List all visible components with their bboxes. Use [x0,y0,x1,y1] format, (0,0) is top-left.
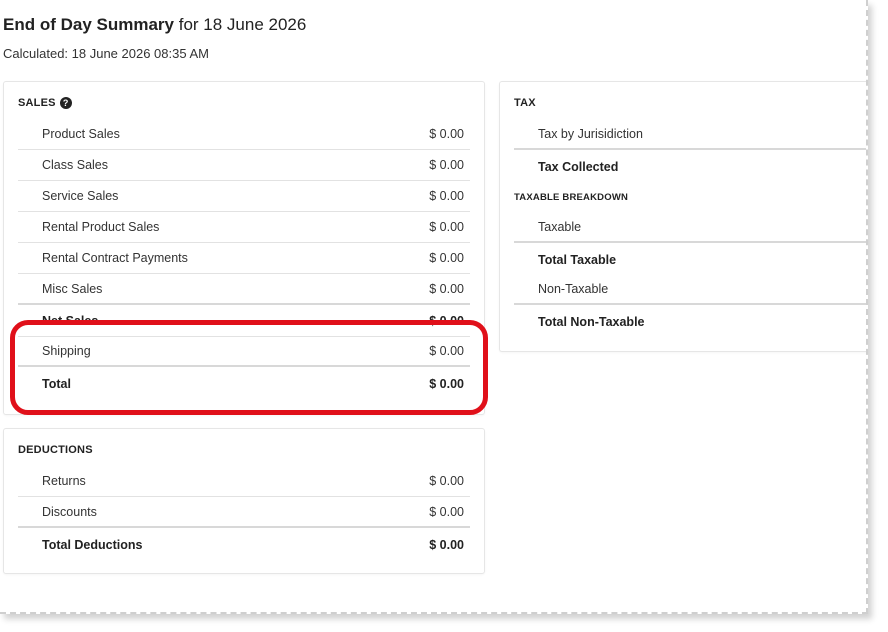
row-amount: $ 0.00 [429,281,464,296]
row-label: Service Sales [42,189,119,203]
row-label: Class Sales [42,158,108,172]
row-taxable: Taxable [514,212,866,243]
row-shipping: Shipping $ 0.00 [18,336,470,367]
row-amount: $ 0.00 [429,251,464,265]
sales-heading-label: SALES [18,97,56,109]
row-label: Net Sales [42,314,99,328]
row-tax-by-jurisdiction: Tax by Jurisidiction [514,119,866,150]
tax-heading: TAX [514,97,536,109]
row-rental-contract-payments: Rental Contract Payments $ 0.00 [18,243,470,274]
row-label: Rental Contract Payments [42,251,188,265]
row-label: Discounts [42,504,97,519]
taxable-breakdown-heading: TAXABLE BREAKDOWN [514,192,629,203]
row-label: Total Taxable [538,252,617,267]
row-amount: $ 0.00 [429,220,464,234]
row-label: Total Non-Taxable [538,314,645,329]
screenshot-frame: End of Day Summary for 18 June 2026 Calc… [0,0,868,614]
row-total-deductions: Total Deductions $ 0.00 [18,529,470,560]
row-total-taxable: Total Taxable [514,244,866,275]
row-amount: $ 0.00 [429,343,464,358]
row-total: Total $ 0.00 [18,368,470,399]
row-label: Returns [42,474,86,488]
row-total-non-taxable: Total Non-Taxable [514,306,866,337]
row-tax-collected: Tax Collected [514,151,866,182]
deductions-heading-label: DEDUCTIONS [18,444,93,456]
deductions-panel: DEDUCTIONS Returns $ 0.00 Discounts $ 0.… [3,428,485,574]
row-label: Total Deductions [42,537,143,552]
row-amount: $ 0.00 [429,314,464,328]
row-label: Tax Collected [538,159,619,174]
row-label: Product Sales [42,127,120,141]
row-label: Tax by Jurisidiction [538,126,643,141]
page-title: End of Day Summary for 18 June 2026 [3,15,306,35]
row-amount: $ 0.00 [429,127,464,141]
row-label: Shipping [42,343,91,358]
deductions-heading: DEDUCTIONS [18,444,93,456]
row-amount: $ 0.00 [429,158,464,172]
row-label: Rental Product Sales [42,220,160,234]
row-label: Non-Taxable [538,281,609,296]
row-label: Taxable [538,219,582,234]
page-title-main: End of Day Summary [3,15,174,34]
row-service-sales: Service Sales $ 0.00 [18,181,470,212]
row-class-sales: Class Sales $ 0.00 [18,150,470,181]
row-non-taxable: Non-Taxable [514,274,866,305]
row-amount: $ 0.00 [429,474,464,488]
tax-panel: TAX Tax by Jurisidiction Tax Collected T… [499,81,866,352]
page-title-date: for 18 June 2026 [174,15,307,34]
calculated-timestamp: Calculated: 18 June 2026 08:35 AM [3,46,209,61]
row-amount: $ 0.00 [429,504,464,519]
row-returns: Returns $ 0.00 [18,466,470,497]
sales-panel: SALES ? Product Sales $ 0.00 Class Sales… [3,81,485,415]
row-misc-sales: Misc Sales $ 0.00 [18,274,470,305]
row-product-sales: Product Sales $ 0.00 [18,119,470,150]
row-amount: $ 0.00 [429,376,464,391]
row-label: Misc Sales [42,281,103,296]
row-net-sales: Net Sales $ 0.00 [18,306,470,337]
row-amount: $ 0.00 [429,537,464,552]
row-label: Total [42,376,71,391]
help-icon[interactable]: ? [59,97,72,109]
sales-heading: SALES ? [18,97,72,109]
row-discounts: Discounts $ 0.00 [18,497,470,528]
tax-heading-label: TAX [514,97,536,109]
row-amount: $ 0.00 [429,189,464,203]
row-rental-product-sales: Rental Product Sales $ 0.00 [18,212,470,243]
